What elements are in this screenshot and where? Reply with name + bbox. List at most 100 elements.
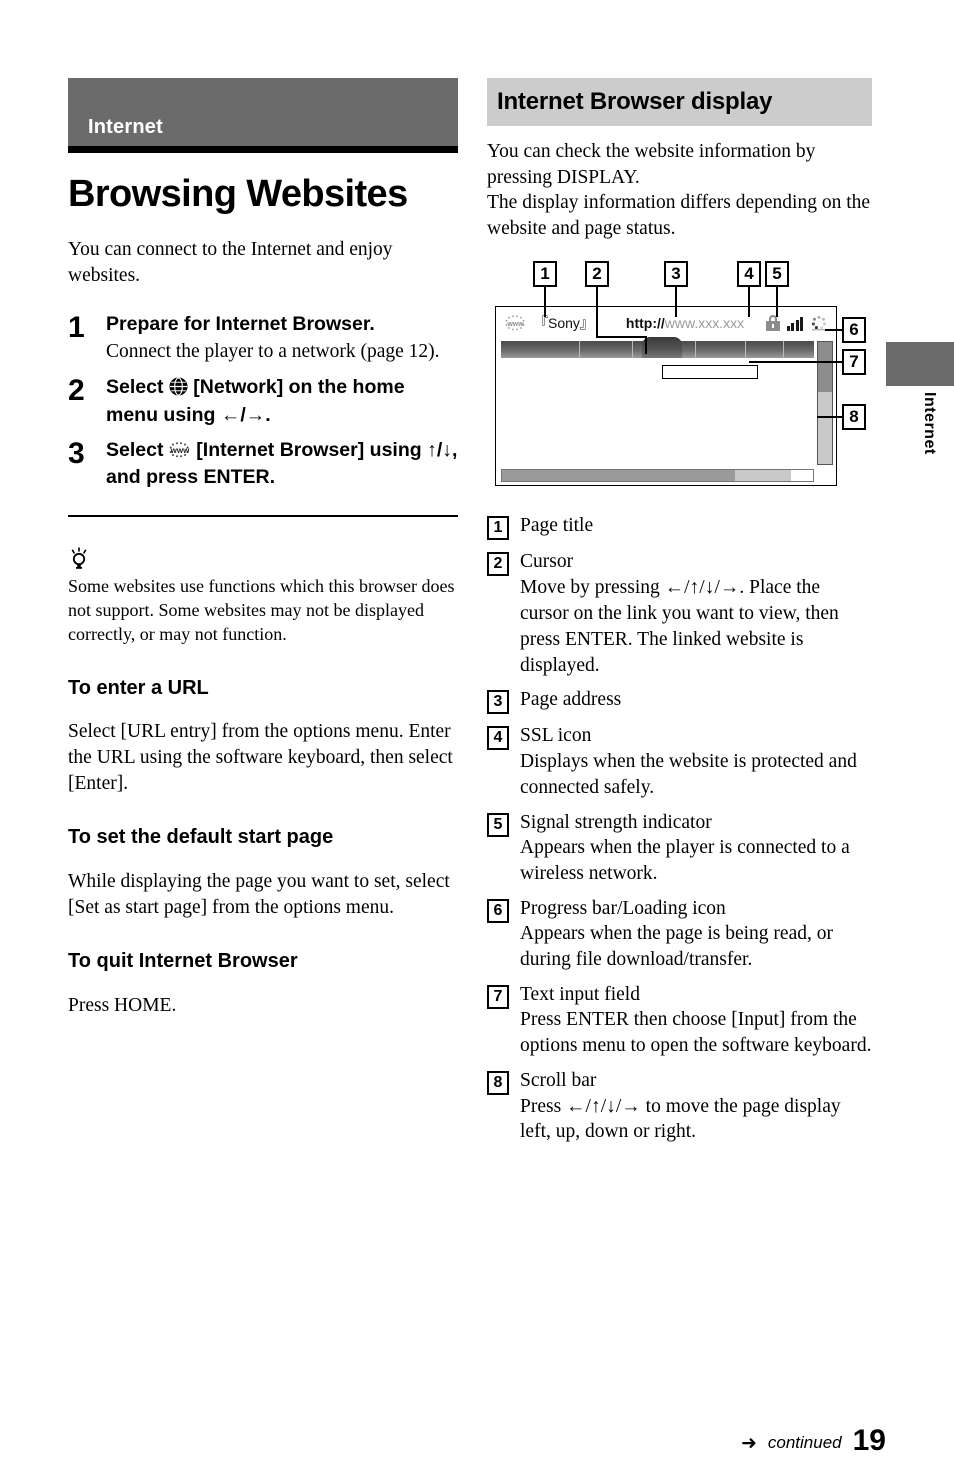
svg-text:www: www	[506, 321, 524, 328]
browser-navbar	[501, 337, 814, 359]
right-column: Internet Browser display You can check t…	[487, 78, 872, 1154]
legend-body: Scroll bar Press ←/↑/↓/→ to move the pag…	[520, 1068, 872, 1145]
svg-text:www: www	[170, 446, 190, 455]
legend-number: 4	[487, 726, 509, 751]
browser-status-bar: www 『Sony』 http://www.xxx.xxx	[496, 307, 836, 339]
legend-description: Press ENTER then choose [Input] from the…	[520, 1009, 872, 1057]
callout-7: 7	[842, 349, 866, 376]
www-globe-icon: www	[504, 315, 528, 331]
legend-title: Signal strength indicator	[520, 811, 712, 833]
callout-8: 8	[842, 404, 866, 431]
continued-arrow-icon: ➜	[740, 1432, 757, 1454]
legend-body: Page title	[520, 513, 872, 540]
leader-line-8	[817, 416, 843, 418]
chapter-intro: You can connect to the Internet and enjo…	[68, 238, 393, 286]
continued-label: continued	[767, 1433, 842, 1453]
www-browser-icon: www	[169, 440, 191, 465]
step-heading-pre: Select	[106, 438, 164, 461]
legend-body: SSL icon Displays when the website is pr…	[520, 723, 872, 800]
callout-6: 6	[842, 317, 866, 344]
legend-number: 1	[487, 516, 509, 541]
browser-device-mock: www 『Sony』 http://www.xxx.xxx	[495, 306, 837, 487]
leader-line-3	[675, 287, 677, 318]
tip-text: Some websites use functions which this b…	[68, 576, 455, 644]
leader-line-4	[748, 287, 750, 318]
banner-rule	[68, 146, 458, 153]
step-heading: Select [Network] on the home menu using …	[106, 375, 458, 428]
legend-item: 3 Page address	[487, 687, 872, 715]
legend-description: Move by pressing ←/↑/↓/→. Place the curs…	[520, 576, 839, 676]
right-section-intro: You can check the website information by…	[487, 141, 871, 240]
legend-description: Press ←/↑/↓/→ to move the page display l…	[520, 1095, 841, 1143]
subsection-text: Press HOME.	[68, 994, 177, 1016]
address-protocol: http://	[625, 315, 665, 332]
section-banner: Internet	[68, 78, 458, 146]
subsection-heading: To set the default start page	[68, 826, 334, 849]
figure-legend: 1 Page title 2 Cursor Move by pressing ←…	[487, 513, 872, 1145]
legend-title: Text input field	[520, 984, 640, 1006]
leader-line-2c	[645, 336, 647, 355]
step-heading: Prepare for Internet Browser.	[106, 313, 375, 336]
legend-title: Page title	[520, 515, 594, 537]
section-banner-label: Internet	[88, 116, 163, 138]
page-number: 19	[852, 1423, 886, 1457]
legend-description: Displays when the website is protected a…	[520, 750, 857, 798]
scroll-thumb[interactable]	[818, 342, 832, 393]
subsection-text: While displaying the page you want to se…	[68, 870, 450, 918]
lightbulb-tip-icon	[68, 547, 458, 573]
subsection-heading: To enter a URL	[68, 676, 209, 699]
legend-title: SSL icon	[520, 725, 592, 747]
legend-item: 5 Signal strength indicator Appears when…	[487, 810, 872, 887]
legend-number: 8	[487, 1071, 509, 1096]
leader-line-5	[776, 287, 778, 318]
scroll-bar[interactable]	[817, 341, 833, 466]
callout-3: 3	[664, 261, 688, 288]
tip-block: Some websites use functions which this b…	[68, 547, 458, 646]
legend-item: 6 Progress bar/Loading icon Appears when…	[487, 896, 872, 973]
browser-display-figure: 1 2 3 4 5 6 7 8 www 『Sony』 http://www.xx…	[487, 261, 872, 491]
step-item: 2 Select [Network] on the home menu usin…	[68, 375, 458, 428]
address-host: www.xxx.xxx	[664, 315, 745, 332]
text-input-field[interactable]	[662, 365, 758, 380]
legend-description: Appears when the page is being read, or …	[520, 923, 833, 971]
page-footer: ➜ continued 19	[740, 1423, 886, 1457]
manual-page: Internet Browsing Websites You can conne…	[0, 0, 954, 1483]
legend-item: 2 Cursor Move by pressing ←/↑/↓/→. Place…	[487, 549, 872, 678]
legend-number: 5	[487, 812, 509, 837]
step-body: Select [Network] on the home menu using …	[106, 375, 458, 428]
legend-item: 7 Text input field Press ENTER then choo…	[487, 982, 872, 1059]
right-section-heading: Internet Browser display	[487, 78, 872, 126]
status-bar-icons	[765, 315, 829, 332]
callout-2: 2	[585, 261, 609, 288]
step-detail: Connect the player to a network (page 12…	[106, 341, 440, 363]
legend-title: Progress bar/Loading icon	[520, 897, 726, 919]
step-number: 1	[68, 311, 85, 345]
side-tab-label: Internet	[921, 392, 938, 455]
legend-item: 8 Scroll bar Press ←/↑/↓/→ to move the p…	[487, 1068, 872, 1145]
legend-number: 2	[487, 552, 509, 577]
cursor-highlight[interactable]	[642, 337, 682, 359]
legend-number: 3	[487, 690, 509, 715]
legend-title: Cursor	[520, 551, 574, 573]
signal-bars-icon	[786, 315, 803, 332]
step-body: Select www [Internet Browser] using ↑/↓,…	[106, 438, 458, 490]
step-item: 1 Prepare for Internet Browser. Connect …	[68, 312, 458, 364]
page-title: Browsing Websites	[68, 173, 408, 215]
legend-item: 4 SSL icon Displays when the website is …	[487, 723, 872, 800]
step-number: 3	[68, 436, 85, 470]
legend-body: Text input field Press ENTER then choose…	[520, 982, 872, 1059]
subsection-text: Select [URL entry] from the options menu…	[68, 721, 453, 794]
leader-line-6	[825, 329, 843, 331]
callout-1: 1	[533, 261, 557, 288]
step-item: 3 Select www [Internet Browser] using ↑/…	[68, 438, 458, 490]
legend-title: Page address	[520, 689, 622, 711]
steps-list: 1 Prepare for Internet Browser. Connect …	[68, 312, 458, 489]
legend-item: 1 Page title	[487, 513, 872, 541]
left-column: Internet Browsing Websites You can conne…	[68, 78, 458, 1038]
leader-line-2	[596, 287, 598, 338]
legend-title: Scroll bar	[520, 1070, 597, 1092]
progress-bar	[501, 469, 814, 483]
legend-number: 7	[487, 985, 509, 1010]
step-heading-pre: Select	[106, 375, 164, 398]
legend-body: Signal strength indicator Appears when t…	[520, 810, 872, 887]
